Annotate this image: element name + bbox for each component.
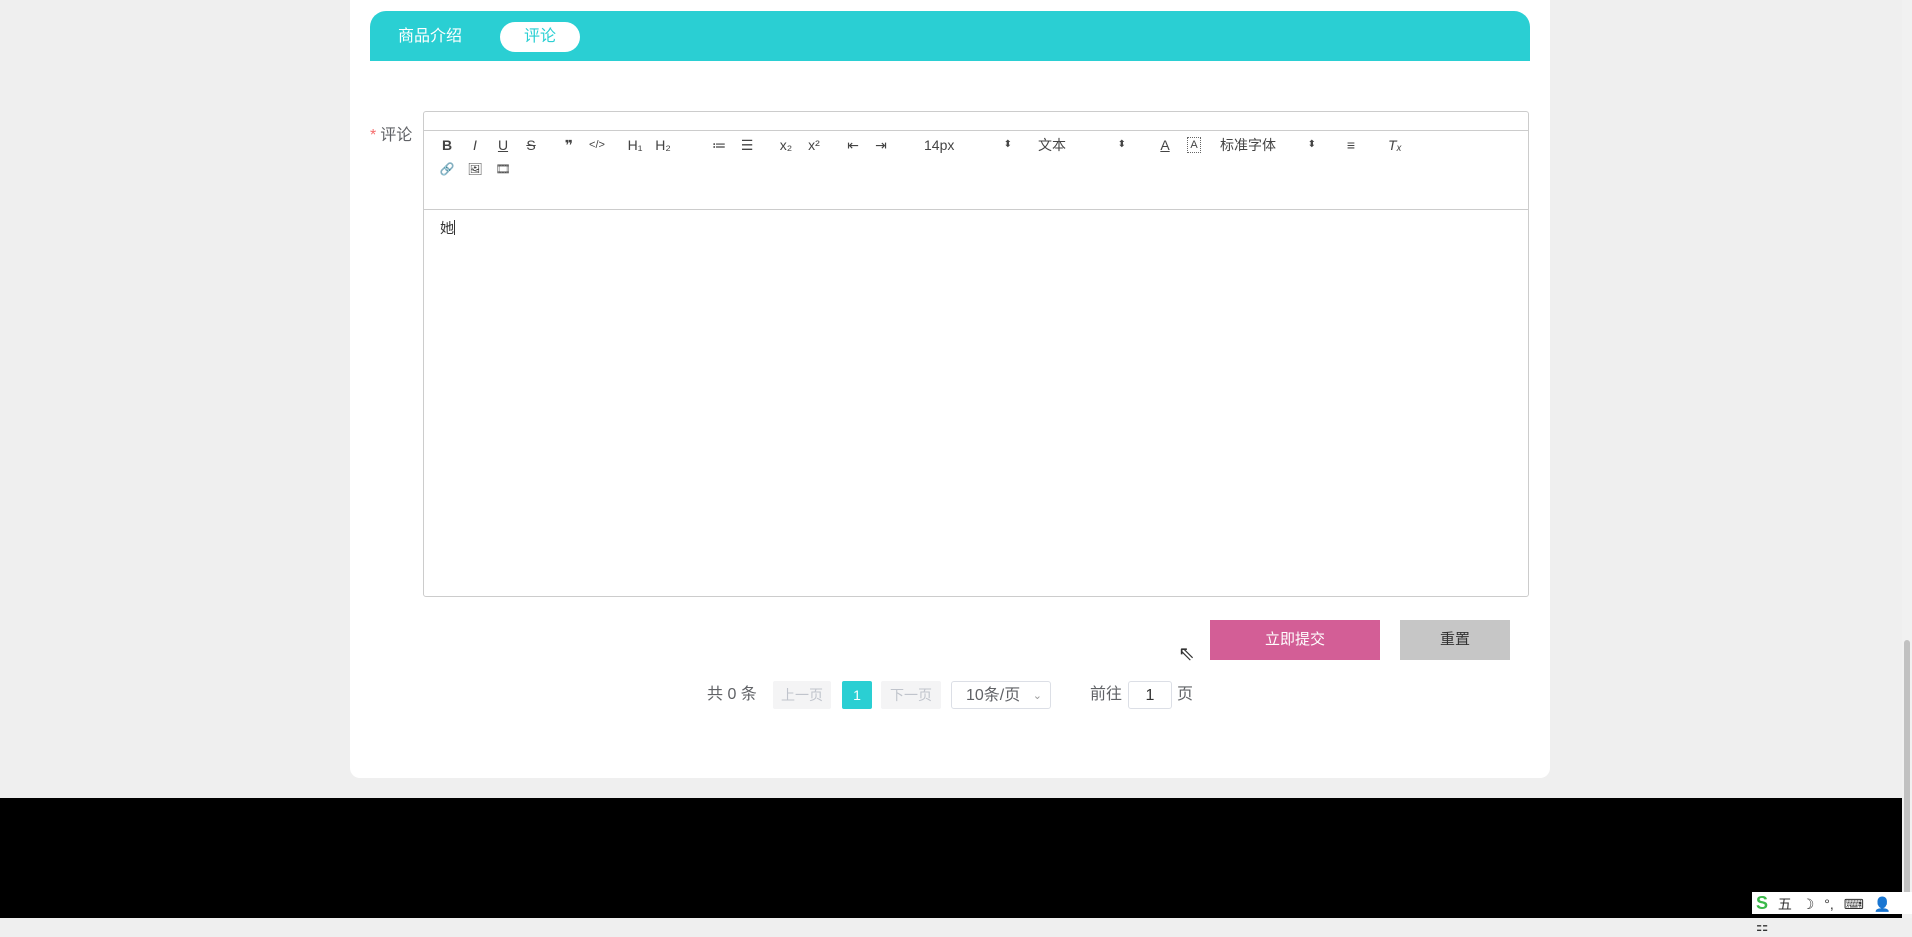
tab-bar: 商品介绍 评论 xyxy=(370,11,1530,61)
subscript-icon[interactable]: x₂ xyxy=(775,134,797,156)
superscript-icon[interactable]: x² xyxy=(803,134,825,156)
bottom-black-area xyxy=(0,798,1902,918)
editor-content[interactable]: 她 xyxy=(440,218,455,238)
chevron-down-icon: ⌄ xyxy=(1032,690,1042,702)
next-page-button[interactable]: 下一页 xyxy=(881,681,941,709)
font-family-value: 标准字体 xyxy=(1220,137,1276,153)
text-caret xyxy=(454,220,455,235)
font-color-icon[interactable]: A xyxy=(1154,134,1176,156)
tab-comment[interactable]: 评论 xyxy=(500,22,580,52)
editor-toolbar: B I U S ❞ </> H₁ H₂ ≔ ☰ x₂ x² ⇤ ⇥ 14px ⬍… xyxy=(424,131,1528,210)
font-size-value: 14px xyxy=(924,137,955,153)
video-icon[interactable]: 🎞 xyxy=(492,158,514,180)
code-block-icon[interactable]: </> xyxy=(586,134,608,156)
reset-button[interactable]: 重置 xyxy=(1400,620,1510,660)
header-picker[interactable]: 文本 ⬍ xyxy=(1038,134,1126,156)
user-icon[interactable]: 👤 xyxy=(1874,896,1891,912)
bold-icon[interactable]: B xyxy=(436,134,458,156)
goto-label: 前往 xyxy=(1090,686,1123,703)
page-size-value: 10条/页 xyxy=(966,687,1021,704)
scrollbar-thumb[interactable] xyxy=(1904,640,1910,910)
submit-button[interactable]: 立即提交 xyxy=(1210,620,1380,660)
rich-text-editor: B I U S ❞ </> H₁ H₂ ≔ ☰ x₂ x² ⇤ ⇥ 14px ⬍… xyxy=(423,111,1529,597)
font-family-picker[interactable]: 标准字体 ⬍ xyxy=(1220,134,1316,156)
bullet-list-icon[interactable]: ☰ xyxy=(736,134,758,156)
ime-toolbar: S 五 ☽ °, ⌨ 👤 ⚏ xyxy=(1752,892,1912,934)
moon-icon[interactable]: ☽ xyxy=(1802,896,1815,912)
indent-icon[interactable]: ⇥ xyxy=(870,134,892,156)
goto-page-input[interactable]: 1 xyxy=(1128,681,1172,709)
chevron-updown-icon: ⬍ xyxy=(1307,139,1316,150)
background-color-icon[interactable]: A xyxy=(1187,137,1201,153)
strike-icon[interactable]: S xyxy=(520,134,542,156)
grid-icon[interactable]: ⚏ xyxy=(1756,918,1769,934)
ime-logo-icon[interactable]: S xyxy=(1756,893,1768,913)
page-number-current[interactable]: 1 xyxy=(842,681,872,709)
link-icon[interactable]: 🔗 xyxy=(436,158,458,180)
outdent-icon[interactable]: ⇤ xyxy=(842,134,864,156)
italic-icon[interactable]: I xyxy=(464,134,486,156)
mouse-pointer-icon: ⇖ xyxy=(1178,643,1195,665)
comment-label: * 评论 xyxy=(370,121,412,145)
clean-format-icon[interactable]: Tₓ xyxy=(1384,134,1406,156)
header-value: 文本 xyxy=(1038,137,1066,153)
ordered-list-icon[interactable]: ≔ xyxy=(708,134,730,156)
underline-icon[interactable]: U xyxy=(492,134,514,156)
chevron-updown-icon: ⬍ xyxy=(1003,139,1012,150)
keyboard-icon[interactable]: ⌨ xyxy=(1844,896,1864,912)
image-icon[interactable]: 🖼 xyxy=(464,158,486,180)
header-1-icon[interactable]: H₁ xyxy=(624,134,646,156)
align-icon[interactable]: ≡ xyxy=(1340,134,1362,156)
pagination-total: 共 0 条 xyxy=(707,686,757,703)
punctuation-icon[interactable]: °, xyxy=(1824,896,1834,912)
prev-page-button[interactable]: 上一页 xyxy=(773,681,831,709)
page-size-select[interactable]: 10条/页 ⌄ xyxy=(951,681,1051,709)
page-unit-label: 页 xyxy=(1177,686,1194,703)
comment-label-text: 评论 xyxy=(380,127,413,144)
tab-product-intro[interactable]: 商品介绍 xyxy=(398,22,462,52)
blockquote-icon[interactable]: ❞ xyxy=(558,134,580,156)
font-size-picker[interactable]: 14px ⬍ xyxy=(924,134,1012,156)
ime-mode[interactable]: 五 xyxy=(1778,896,1792,912)
header-2-icon[interactable]: H₂ xyxy=(652,134,674,156)
editor-text: 她 xyxy=(440,220,454,236)
chevron-updown-icon: ⬍ xyxy=(1117,139,1126,150)
required-mark: * xyxy=(370,127,377,144)
